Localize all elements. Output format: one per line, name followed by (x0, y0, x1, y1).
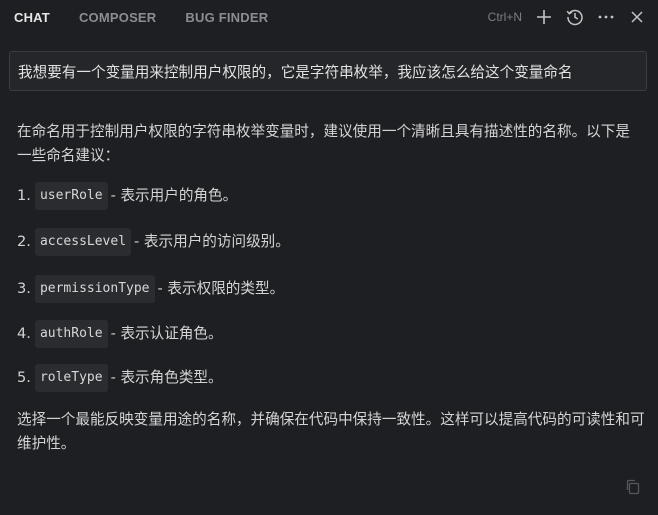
plus-icon[interactable] (533, 6, 555, 28)
answer-closing: 选择一个最能反映变量用途的名称，并确保在代码中保持一致性。这样可以提高代码的可读… (17, 411, 645, 452)
list-description: - 表示角色类型。 (110, 369, 223, 386)
close-icon[interactable] (626, 6, 648, 28)
chat-panel: CHAT COMPOSER BUG FINDER Ctrl+N 我想要有一个变量… (0, 0, 658, 515)
tab-composer[interactable]: COMPOSER (79, 10, 156, 25)
copy-icon[interactable] (624, 478, 642, 496)
list-description: - 表示用户的角色。 (110, 187, 238, 204)
list-description: - 表示用户的访问级别。 (134, 233, 290, 250)
top-bar: CHAT COMPOSER BUG FINDER Ctrl+N (0, 0, 658, 34)
list-description: - 表示认证角色。 (110, 325, 223, 342)
top-actions: Ctrl+N (488, 0, 648, 34)
list-item: 2. accessLevel - 表示用户的访问级别。 (17, 228, 290, 256)
code-snippet: accessLevel (34, 228, 132, 256)
list-number: 2. (17, 233, 31, 250)
history-icon[interactable] (564, 6, 586, 28)
answer-intro-text: 在命名用于控制用户权限的字符串枚举变量时，建议使用一个清晰且具有描述性的名称。以… (17, 123, 630, 164)
list-item: 1. userRole - 表示用户的角色。 (17, 182, 238, 210)
code-snippet: permissionType (34, 275, 155, 303)
list-number: 3. (17, 280, 31, 297)
list-item: 5. roleType - 表示角色类型。 (17, 364, 223, 392)
code-snippet: roleType (34, 364, 108, 392)
new-chat-shortcut: Ctrl+N (487, 10, 522, 24)
code-snippet: userRole (34, 182, 108, 210)
list-number: 5. (17, 369, 31, 386)
list-item: 3. permissionType - 表示权限的类型。 (17, 275, 285, 303)
answer-intro: 在命名用于控制用户权限的字符串枚举变量时，建议使用一个清晰且具有描述性的名称。以… (17, 120, 637, 168)
list-number: 1. (17, 187, 31, 204)
code-snippet: authRole (34, 320, 108, 348)
list-number: 4. (17, 325, 31, 342)
more-icon[interactable] (595, 6, 617, 28)
list-description: - 表示权限的类型。 (157, 280, 285, 297)
tab-chat[interactable]: CHAT (14, 10, 50, 25)
user-query[interactable]: 我想要有一个变量用来控制用户权限的，它是字符串枚举，我应该怎么给这个变量命名 (9, 51, 647, 91)
list-item: 4. authRole - 表示认证角色。 (17, 320, 223, 348)
tab-bug-finder[interactable]: BUG FINDER (185, 10, 268, 25)
